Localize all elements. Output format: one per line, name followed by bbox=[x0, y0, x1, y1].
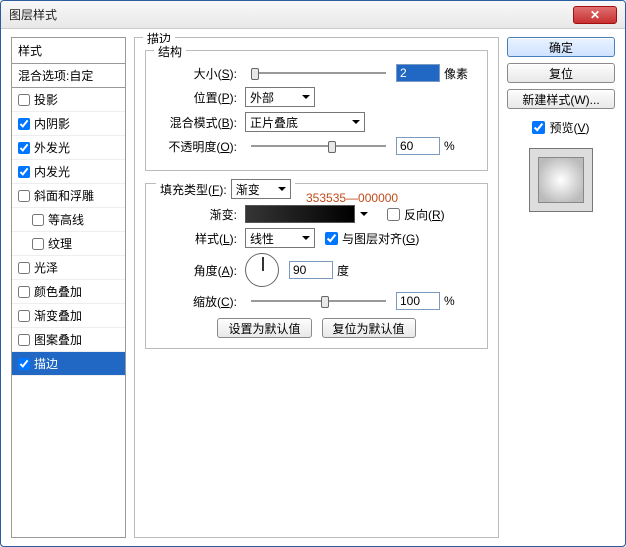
window-title: 图层样式 bbox=[9, 6, 57, 23]
position-select[interactable]: 外部 bbox=[245, 87, 315, 107]
style-item-drop-shadow[interactable]: 投影 bbox=[12, 88, 125, 112]
blendmode-label: 混合模式(B): bbox=[156, 114, 241, 131]
style-checkbox[interactable] bbox=[18, 334, 30, 346]
scale-label: 缩放(C): bbox=[156, 293, 241, 310]
make-default-button[interactable]: 设置为默认值 bbox=[217, 318, 311, 338]
style-checkbox[interactable] bbox=[18, 262, 30, 274]
scale-input[interactable]: 100 bbox=[396, 292, 440, 310]
style-item-contour[interactable]: 等高线 bbox=[12, 208, 125, 232]
opacity-unit: % bbox=[444, 139, 455, 153]
style-item-stroke[interactable]: 描边 bbox=[12, 352, 125, 376]
structure-title: 结构 bbox=[154, 43, 186, 60]
style-item-outer-glow[interactable]: 外发光 bbox=[12, 136, 125, 160]
preview-label: 预览(V) bbox=[549, 119, 589, 136]
blend-options-row[interactable]: 混合选项:自定 bbox=[12, 64, 125, 88]
align-label: 与图层对齐(G) bbox=[342, 230, 419, 247]
preview-checkbox[interactable] bbox=[532, 121, 545, 134]
blendmode-select[interactable]: 正片叠底 bbox=[245, 112, 365, 132]
reverse-label: 反向(R) bbox=[404, 206, 445, 223]
reverse-checkbox[interactable] bbox=[387, 208, 400, 221]
opacity-slider[interactable] bbox=[251, 138, 386, 154]
opacity-label: 不透明度(O): bbox=[156, 138, 241, 155]
filltype-label: 填充类型(F): bbox=[160, 181, 227, 198]
titlebar: 图层样式 ✕ bbox=[1, 1, 625, 29]
style-item-pattern-overlay[interactable]: 图案叠加 bbox=[12, 328, 125, 352]
size-label: 大小(S): bbox=[156, 65, 241, 82]
style-checkbox[interactable] bbox=[32, 238, 44, 250]
style-checkbox[interactable] bbox=[18, 358, 30, 370]
style-item-inner-glow[interactable]: 内发光 bbox=[12, 160, 125, 184]
style-checkbox[interactable] bbox=[18, 190, 30, 202]
close-icon: ✕ bbox=[590, 8, 600, 22]
style-checkbox[interactable] bbox=[32, 214, 44, 226]
style-item-texture[interactable]: 纹理 bbox=[12, 232, 125, 256]
scale-unit: % bbox=[444, 294, 455, 308]
styles-header[interactable]: 样式 bbox=[12, 38, 125, 64]
style-checkbox[interactable] bbox=[18, 166, 30, 178]
gradient-picker[interactable] bbox=[245, 205, 355, 223]
style-item-bevel[interactable]: 斜面和浮雕 bbox=[12, 184, 125, 208]
style-checkbox[interactable] bbox=[18, 310, 30, 322]
angle-unit: 度 bbox=[337, 262, 349, 279]
style-item-inner-shadow[interactable]: 内阴影 bbox=[12, 112, 125, 136]
preview-swatch bbox=[529, 148, 593, 212]
gradient-label: 渐变: bbox=[156, 206, 241, 223]
action-column: 确定 复位 新建样式(W)... 预览(V) bbox=[507, 37, 615, 538]
style-checkbox[interactable] bbox=[18, 286, 30, 298]
grad-style-label: 样式(L): bbox=[156, 230, 241, 247]
layer-style-dialog: 图层样式 ✕ 样式 混合选项:自定 投影 内阴影 外发光 内发光 斜面和浮雕 等… bbox=[0, 0, 626, 547]
close-button[interactable]: ✕ bbox=[573, 6, 617, 24]
reset-default-button[interactable]: 复位为默认值 bbox=[322, 318, 416, 338]
settings-panel: 描边 结构 大小(S): 2 像素 位置(P): 外部 混合模式(B): bbox=[134, 37, 499, 538]
angle-input[interactable]: 90 bbox=[289, 261, 333, 279]
size-slider[interactable] bbox=[251, 65, 386, 81]
cancel-button[interactable]: 复位 bbox=[507, 63, 615, 83]
ok-button[interactable]: 确定 bbox=[507, 37, 615, 57]
position-label: 位置(P): bbox=[156, 89, 241, 106]
grad-style-select[interactable]: 线性 bbox=[245, 228, 315, 248]
style-item-color-overlay[interactable]: 颜色叠加 bbox=[12, 280, 125, 304]
angle-label: 角度(A): bbox=[156, 262, 241, 279]
new-style-button[interactable]: 新建样式(W)... bbox=[507, 89, 615, 109]
style-item-gradient-overlay[interactable]: 渐变叠加 bbox=[12, 304, 125, 328]
styles-list: 样式 混合选项:自定 投影 内阴影 外发光 内发光 斜面和浮雕 等高线 纹理 光… bbox=[11, 37, 126, 538]
size-input[interactable]: 2 bbox=[396, 64, 440, 82]
angle-dial[interactable] bbox=[245, 253, 279, 287]
gradient-annotation: 353535—000000 bbox=[306, 191, 398, 205]
style-checkbox[interactable] bbox=[18, 94, 30, 106]
scale-slider[interactable] bbox=[251, 293, 386, 309]
filltype-select[interactable]: 渐变 bbox=[231, 179, 291, 199]
style-checkbox[interactable] bbox=[18, 118, 30, 130]
size-unit: 像素 bbox=[444, 65, 468, 82]
style-item-satin[interactable]: 光泽 bbox=[12, 256, 125, 280]
opacity-input[interactable]: 60 bbox=[396, 137, 440, 155]
style-checkbox[interactable] bbox=[18, 142, 30, 154]
align-checkbox[interactable] bbox=[325, 232, 338, 245]
